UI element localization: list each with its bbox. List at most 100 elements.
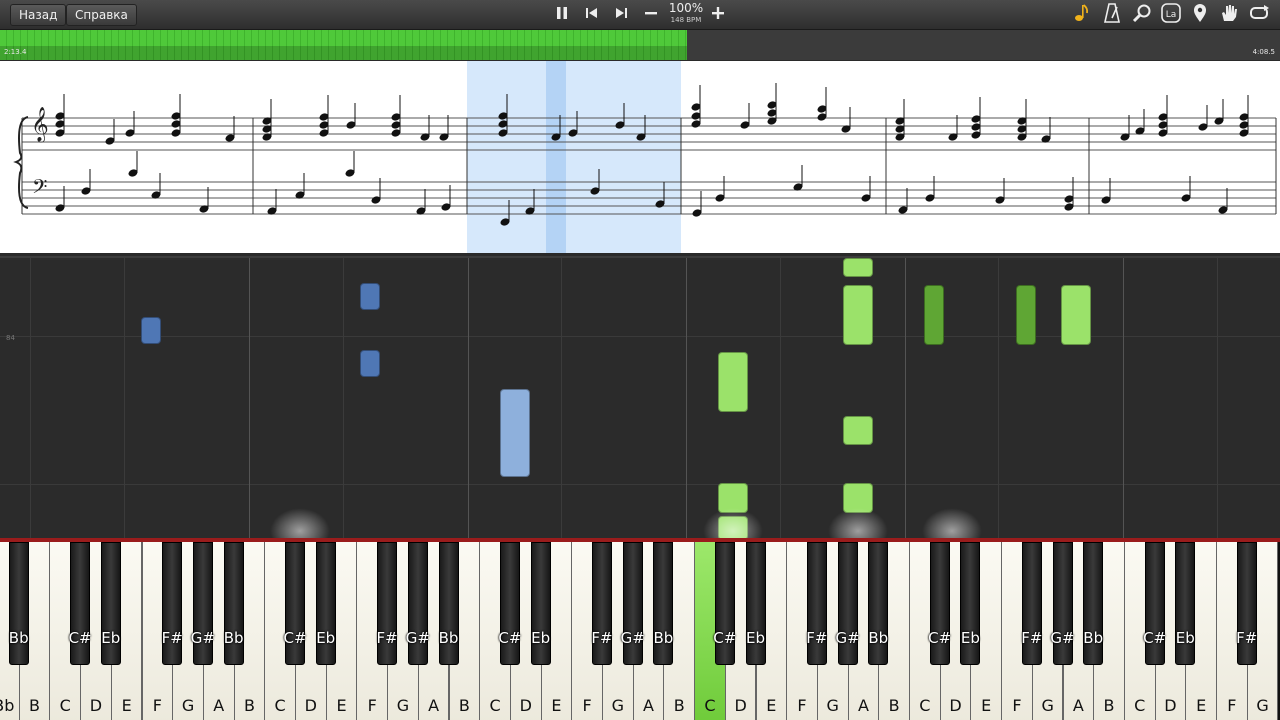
skip-back-icon[interactable] (580, 4, 604, 26)
black-key[interactable]: F# (1236, 542, 1258, 665)
sheet-music-panel: 𝄞 𝄢 (0, 61, 1280, 253)
black-key[interactable]: G# (620, 542, 645, 665)
black-key-label: Eb (960, 629, 980, 647)
black-key[interactable]: G# (835, 542, 860, 665)
falling-note-left-hand (360, 283, 380, 310)
hand-icon[interactable] (1217, 3, 1241, 27)
grid-line (780, 258, 781, 540)
falling-note-left-hand (360, 350, 380, 377)
note-icon[interactable] (1070, 3, 1094, 27)
measure-line (468, 258, 469, 540)
white-key-label: Bb (0, 696, 15, 715)
piano-keyboard[interactable]: BbBCDEFGABCDEFGABCDEFGABCDEFGABCDEFGABCD… (0, 538, 1280, 720)
measure-line (686, 258, 687, 540)
label-mode-icon[interactable]: La (1159, 3, 1183, 27)
black-key[interactable]: F# (162, 542, 183, 665)
white-key-label: F (367, 696, 377, 715)
black-key[interactable]: F# (376, 542, 398, 665)
back-button[interactable]: Назад (10, 4, 67, 26)
falling-note-right-hand (924, 285, 944, 345)
black-key[interactable]: C# (1143, 542, 1166, 665)
black-key-label: G# (620, 629, 645, 647)
falling-note-left-hand (500, 389, 530, 477)
black-key[interactable]: F# (806, 542, 828, 665)
white-key-label: C (59, 696, 71, 715)
black-key[interactable]: F# (591, 542, 613, 665)
white-key-label: B (673, 696, 685, 715)
white-key-label: A (643, 696, 654, 715)
black-key[interactable]: C# (283, 542, 307, 665)
black-key-label: Bb (438, 629, 459, 647)
black-key[interactable]: Eb (1175, 542, 1196, 665)
black-key[interactable]: Bb (868, 542, 889, 665)
black-key-label: C# (498, 629, 522, 647)
black-key[interactable]: Bb (653, 542, 674, 665)
black-key-label: Bb (1083, 629, 1104, 647)
white-key-label: B (888, 696, 900, 715)
grid-line (998, 258, 999, 540)
black-key[interactable]: Eb (100, 542, 121, 665)
tempo-percent: 100% (668, 1, 704, 15)
black-key-label: C# (283, 629, 307, 647)
location-pin-icon[interactable] (1188, 3, 1212, 27)
white-key-label: C (274, 696, 286, 715)
tempo-increase-icon[interactable] (706, 4, 730, 26)
black-key[interactable]: C# (498, 542, 522, 665)
measure-number: 84 (6, 334, 15, 342)
white-key-label: C (1134, 696, 1146, 715)
measure-line (1123, 258, 1124, 540)
black-key[interactable]: G# (1050, 542, 1075, 665)
white-key-label: C (919, 696, 931, 715)
grid-line (561, 258, 562, 540)
tempo-decrease-icon[interactable] (639, 4, 663, 26)
black-key[interactable]: G# (191, 542, 215, 665)
black-key-label: Eb (1175, 629, 1195, 647)
help-button[interactable]: Справка (66, 4, 137, 26)
tempo-bpm: 148 BPM (670, 16, 702, 24)
white-key-label: A (857, 696, 869, 715)
black-key[interactable]: Eb (745, 542, 766, 665)
white-key-label: C (489, 696, 501, 715)
skip-forward-icon[interactable] (609, 4, 633, 26)
falling-note-right-hand (1016, 285, 1036, 345)
black-key-label: C# (68, 629, 92, 647)
black-key[interactable]: Eb (315, 542, 336, 665)
white-key-label: A (213, 696, 225, 715)
falling-note-left-hand (141, 317, 161, 344)
black-key-label: F# (376, 629, 398, 647)
song-progress-bar[interactable]: 2:13.4 4:08.5 (0, 30, 1280, 60)
metronome-icon[interactable] (1100, 3, 1124, 27)
black-key[interactable]: Eb (530, 542, 551, 665)
black-key[interactable]: F# (1021, 542, 1043, 665)
grid-line (1217, 258, 1218, 540)
measure-line (905, 258, 906, 540)
black-key[interactable]: C# (68, 542, 92, 665)
sheet-music-staff: 𝄞 𝄢 (13, 61, 1277, 253)
white-key-label: F (582, 696, 592, 715)
white-key-label: E (336, 696, 347, 715)
grid-line (0, 484, 1280, 485)
black-key[interactable]: Bb (1083, 542, 1104, 665)
magnifier-icon[interactable] (1130, 3, 1154, 27)
black-key[interactable]: Bb (223, 542, 244, 665)
white-key-label: F (1012, 696, 1022, 715)
black-key[interactable]: Bb (8, 542, 29, 665)
black-key-label: F# (1021, 629, 1043, 647)
pause-icon[interactable] (550, 4, 574, 26)
measure-line (249, 258, 250, 540)
black-key-label: F# (1236, 629, 1258, 647)
black-key[interactable]: Eb (960, 542, 981, 665)
black-key[interactable]: C# (713, 542, 736, 665)
black-key-label: F# (806, 629, 828, 647)
black-key-label: C# (928, 629, 952, 647)
black-key[interactable]: C# (928, 542, 952, 665)
grid-line (343, 258, 344, 540)
black-key-label: Eb (531, 629, 551, 647)
black-key-label: G# (1050, 629, 1075, 647)
black-key[interactable]: Bb (438, 542, 459, 665)
black-key[interactable]: G# (405, 542, 430, 665)
black-key-label: G# (405, 629, 430, 647)
white-key-label: E (766, 696, 777, 715)
black-key-label: Bb (8, 629, 29, 647)
loop-icon[interactable] (1247, 3, 1271, 27)
